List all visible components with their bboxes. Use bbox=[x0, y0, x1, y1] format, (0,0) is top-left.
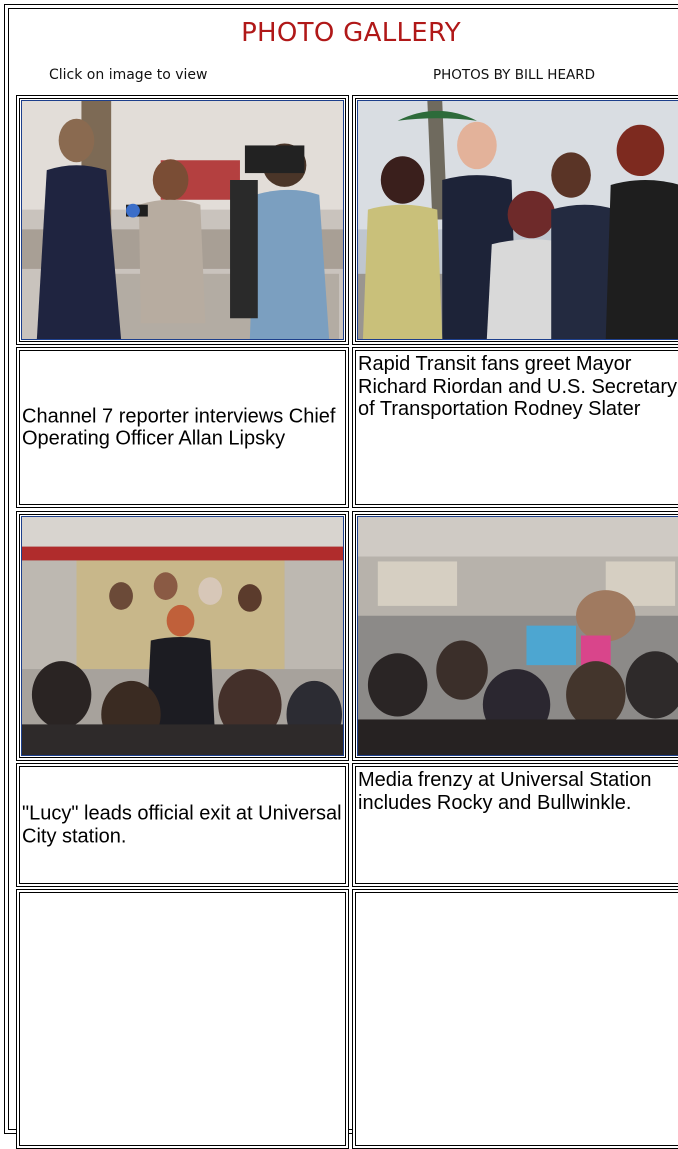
photo-3-image bbox=[22, 517, 343, 755]
empty-cell-6 bbox=[352, 889, 678, 1149]
photo-cell-1 bbox=[16, 95, 349, 345]
photo-credit: PHOTOS BY BILL HEARD bbox=[433, 67, 595, 83]
photo-cell-4 bbox=[352, 511, 678, 761]
empty-cell-5 bbox=[16, 889, 349, 1149]
photo-3-caption: "Lucy" leads official exit at Universal … bbox=[22, 802, 342, 848]
caption-cell-2: Rapid Transit fans greet Mayor Richard R… bbox=[352, 347, 678, 508]
photo-1-image bbox=[22, 101, 343, 339]
caption-cell-3: "Lucy" leads official exit at Universal … bbox=[16, 763, 349, 887]
photo-4-link[interactable] bbox=[357, 516, 678, 756]
gallery-title: PHOTO GALLERY bbox=[241, 18, 461, 48]
caption-cell-4: Media frenzy at Universal Station includ… bbox=[352, 763, 678, 887]
photo-2-caption: Rapid Transit fans greet Mayor Richard R… bbox=[358, 353, 678, 420]
photo-3-link[interactable] bbox=[21, 516, 344, 756]
photo-1-caption: Channel 7 reporter interviews Chief Oper… bbox=[22, 405, 336, 450]
gallery-header: PHOTO GALLERY Click on image to view PHO… bbox=[16, 18, 678, 90]
caption-cell-1: Channel 7 reporter interviews Chief Oper… bbox=[16, 347, 349, 508]
photo-cell-3 bbox=[16, 511, 349, 761]
gallery-instruction: Click on image to view bbox=[49, 67, 208, 83]
photo-4-caption: Media frenzy at Universal Station includ… bbox=[358, 769, 652, 814]
photo-2-image bbox=[358, 101, 678, 339]
photo-2-link[interactable] bbox=[357, 100, 678, 340]
photo-1-link[interactable] bbox=[21, 100, 344, 340]
photo-4-image bbox=[358, 517, 678, 755]
photo-cell-2 bbox=[352, 95, 678, 345]
